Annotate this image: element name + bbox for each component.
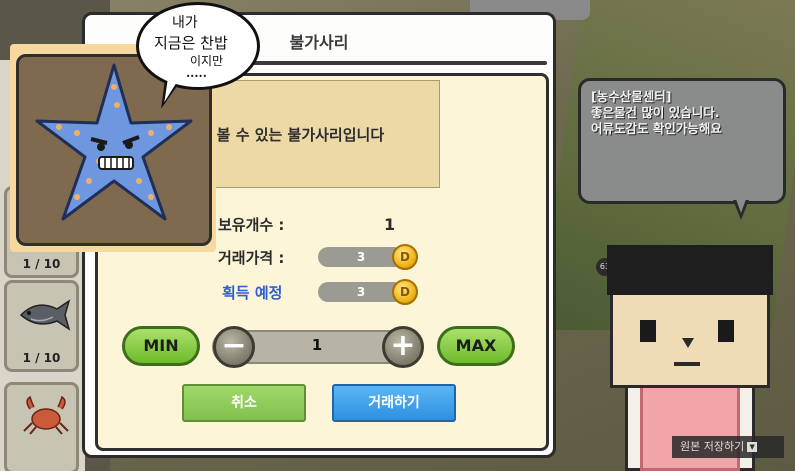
trade-button[interactable]: 거래하기 (332, 384, 456, 422)
npc-tooltip: [농수산물센터] 좋은물건 많이 있습니다. 어류도감도 확인가능해요 (578, 78, 786, 204)
coin-icon: D (392, 244, 418, 270)
plus-button[interactable]: + (382, 326, 424, 368)
tooltip-text: 어류도감도 확인가능해요 (591, 121, 722, 136)
cancel-button[interactable]: 취소 (182, 384, 306, 422)
save-label: 원본 저장하기 (680, 440, 745, 453)
owned-count-value: 1 (384, 215, 396, 234)
dropdown-arrow-icon: ▼ (747, 442, 758, 452)
slot-count: 1 / 10 (22, 351, 61, 365)
max-button[interactable]: MAX (437, 326, 515, 366)
tooltip-tail-inner (736, 199, 746, 213)
expected-gain-label: 획득 예정 (222, 284, 283, 302)
npc-eye (640, 320, 656, 342)
speech-line: 내가 (172, 15, 198, 31)
save-original-button[interactable]: 원본 저장하기 ▼ (672, 436, 784, 458)
npc-mouth (674, 362, 700, 366)
owned-count-label: 보유개수 : (218, 216, 285, 234)
trade-price-label: 거래가격 : (218, 249, 285, 267)
minus-button[interactable]: − (213, 326, 255, 368)
coin-icon: D (392, 279, 418, 305)
npc-hair (607, 245, 773, 295)
tooltip-text: 좋은물건 많이 있습니다. (591, 105, 720, 120)
speech-line: ..... (186, 66, 207, 80)
crab-icon (23, 395, 69, 435)
slot-count: 1 / 10 (22, 257, 61, 271)
min-button[interactable]: MIN (122, 326, 200, 366)
npc-eye (718, 320, 734, 342)
tooltip-title: [농수산물센터] (591, 89, 672, 104)
inventory-slot[interactable]: 1 / 10 (4, 280, 79, 372)
fish-icon (19, 299, 71, 331)
inventory-slot[interactable] (4, 382, 79, 471)
speech-line: 지금은 찬밥 (154, 34, 228, 52)
npc-nose (682, 338, 694, 348)
